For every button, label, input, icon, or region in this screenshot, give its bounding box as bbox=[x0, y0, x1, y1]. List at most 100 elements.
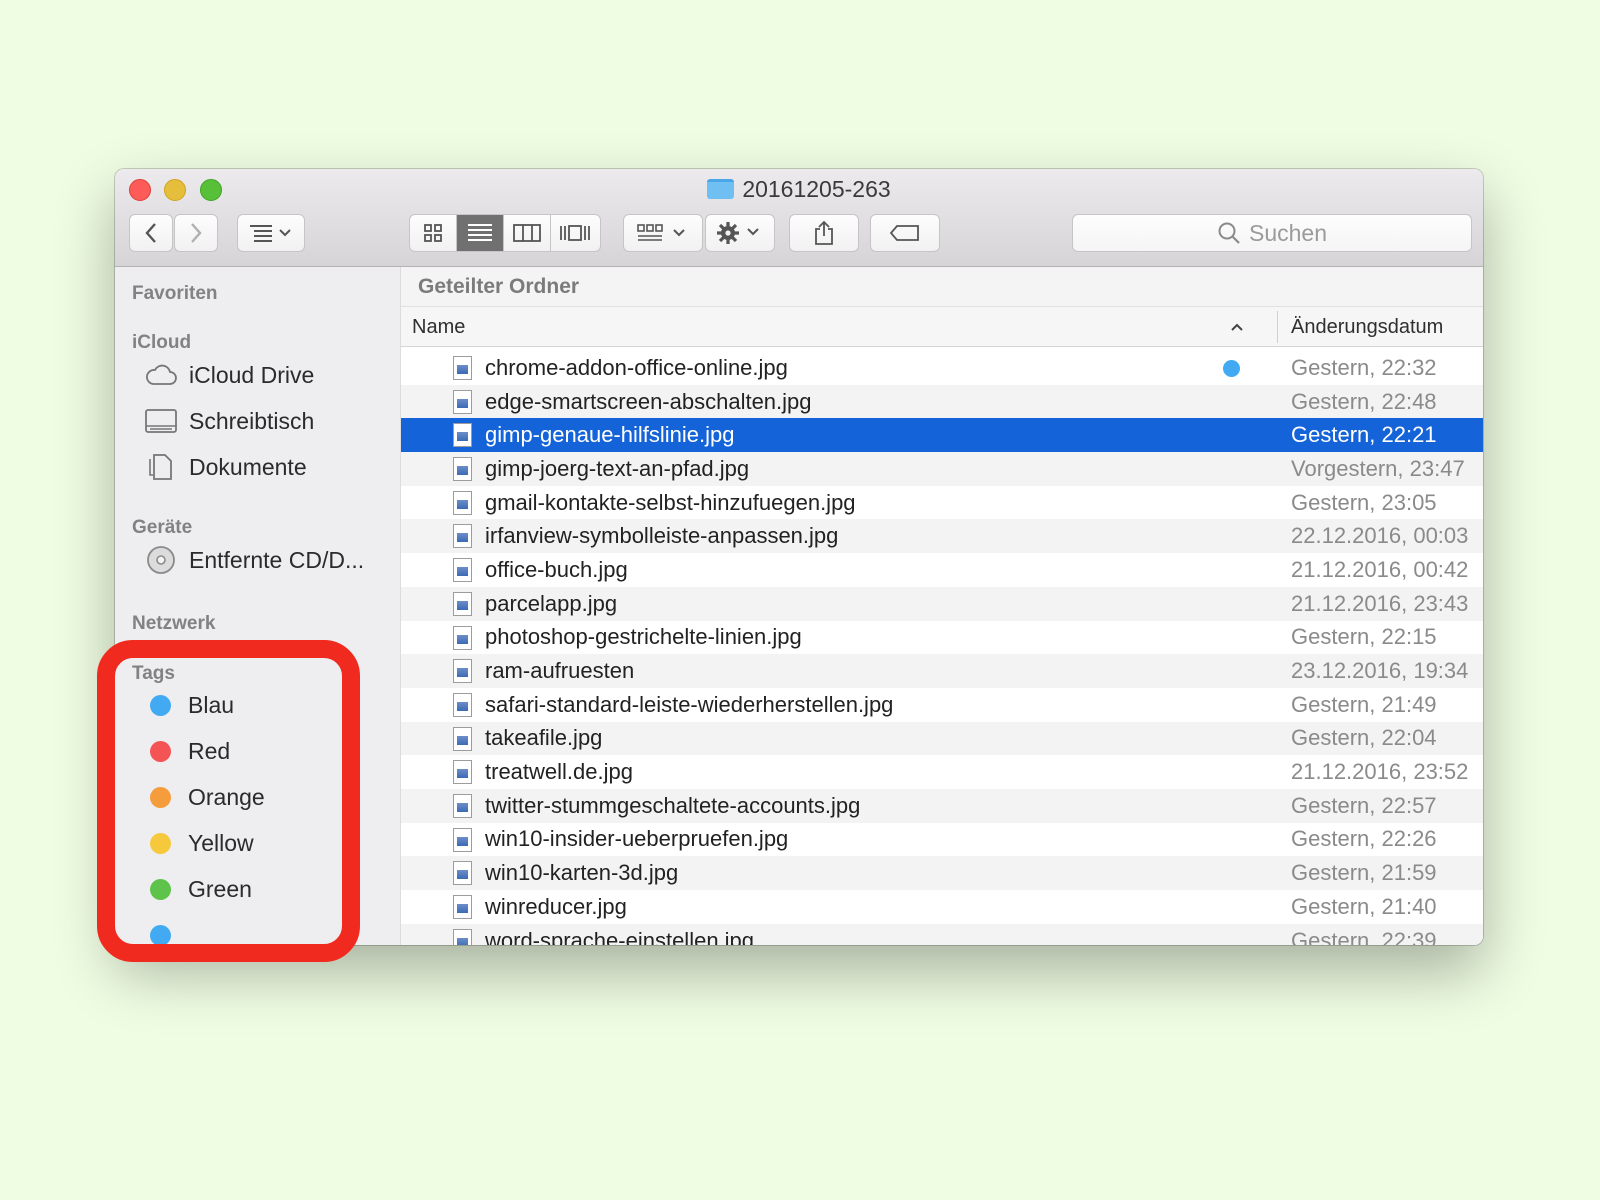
file-date: Gestern, 22:32 bbox=[1291, 354, 1437, 380]
image-file-icon bbox=[453, 726, 472, 751]
sort-ascending-icon[interactable] bbox=[1230, 316, 1244, 337]
file-row[interactable]: parcelapp.jpg 21.12.2016, 23:43 bbox=[401, 586, 1483, 621]
image-file-icon bbox=[453, 389, 472, 414]
group-icon bbox=[637, 224, 685, 241]
file-date: Gestern, 22:48 bbox=[1291, 388, 1437, 414]
sidebar-item-remote-disc[interactable]: Entfernte CD/D... bbox=[145, 543, 364, 577]
file-row[interactable]: gimp-genaue-hilfslinie.jpg Gestern, 22:21 bbox=[401, 418, 1483, 453]
cover-flow-icon bbox=[559, 225, 590, 241]
file-row[interactable]: irfanview-symbolleiste-anpassen.jpg 22.12… bbox=[401, 519, 1483, 554]
folder-heading: Geteilter Ordner bbox=[418, 275, 580, 298]
share-icon bbox=[815, 220, 833, 245]
file-name: edge-smartscreen-abschalten.jpg bbox=[485, 388, 812, 414]
column-name-header[interactable]: Name bbox=[412, 316, 465, 339]
sidebar-item-schreibtisch[interactable]: Schreibtisch bbox=[145, 404, 314, 438]
file-row[interactable]: gimp-joerg-text-an-pfad.jpg Vorgestern, 2… bbox=[401, 452, 1483, 486]
disc-icon bbox=[145, 546, 177, 574]
column-header: Name Änderungsdatum bbox=[401, 307, 1483, 347]
sidebar-item-icloud-drive[interactable]: iCloud Drive bbox=[145, 358, 314, 392]
share-button[interactable] bbox=[789, 214, 859, 252]
file-name: irfanview-symbolleiste-anpassen.jpg bbox=[485, 523, 839, 549]
desktop-icon bbox=[145, 407, 177, 435]
file-date: 21.12.2016, 23:43 bbox=[1291, 590, 1469, 616]
tag-icon bbox=[889, 225, 919, 241]
column-divider[interactable] bbox=[1277, 311, 1278, 343]
file-name: office-buch.jpg bbox=[485, 556, 628, 582]
file-name: chrome-addon-office-online.jpg bbox=[485, 354, 788, 380]
file-list-pane: Geteilter Ordner Name Änderungsdatum chr… bbox=[401, 267, 1483, 945]
sidebar-item-dokumente[interactable]: Dokumente bbox=[145, 450, 307, 484]
path-bar: Geteilter Ordner bbox=[401, 267, 1483, 307]
file-name: ram-aufruesten bbox=[485, 658, 635, 684]
sidebar-item-label: Schreibtisch bbox=[189, 407, 315, 434]
group-menu-button[interactable] bbox=[623, 214, 703, 252]
file-date: 21.12.2016, 23:52 bbox=[1291, 759, 1469, 785]
file-row[interactable]: safari-standard-leiste-wiederherstellen.… bbox=[401, 688, 1483, 722]
file-name: gimp-genaue-hilfslinie.jpg bbox=[485, 422, 735, 448]
file-date: 21.12.2016, 00:42 bbox=[1291, 556, 1469, 582]
file-row[interactable]: winreducer.jpg Gestern, 21:40 bbox=[401, 890, 1483, 924]
file-date: Gestern, 22:26 bbox=[1291, 826, 1437, 852]
file-date: Gestern, 21:59 bbox=[1291, 860, 1437, 886]
file-name: win10-karten-3d.jpg bbox=[485, 860, 679, 886]
file-date: 22.12.2016, 00:03 bbox=[1291, 523, 1469, 549]
file-row[interactable]: gmail-kontakte-selbst-hinzufuegen.jpg Ges… bbox=[401, 486, 1483, 520]
file-row[interactable]: takeafile.jpg Gestern, 22:04 bbox=[401, 721, 1483, 756]
back-button[interactable] bbox=[129, 214, 173, 252]
image-file-icon bbox=[453, 895, 472, 919]
file-date: Gestern, 22:04 bbox=[1291, 725, 1437, 751]
list-icon bbox=[468, 224, 492, 241]
image-file-icon bbox=[453, 692, 472, 717]
toolbar: 20161205-263 Suchen bbox=[115, 169, 1483, 267]
file-row[interactable]: photoshop-gestrichelte-linien.jpg Gestern… bbox=[401, 621, 1483, 655]
search-icon bbox=[1218, 222, 1240, 244]
list-view-button[interactable] bbox=[457, 215, 504, 251]
file-date: Gestern, 21:49 bbox=[1291, 691, 1437, 717]
edit-tags-button[interactable] bbox=[870, 214, 940, 252]
tags-highlight-annotation bbox=[97, 640, 360, 962]
forward-button[interactable] bbox=[174, 214, 218, 252]
file-row[interactable]: ram-aufruesten 23.12.2016, 19:34 bbox=[401, 654, 1483, 688]
sidebar-item-label: Dokumente bbox=[189, 453, 307, 480]
file-name: winreducer.jpg bbox=[485, 893, 627, 919]
sidebar-section-geraete: Geräte bbox=[132, 517, 193, 538]
file-date: 23.12.2016, 19:34 bbox=[1291, 658, 1469, 684]
file-name: takeafile.jpg bbox=[485, 725, 603, 751]
icon-view-button[interactable] bbox=[410, 215, 457, 251]
tag-color-dot bbox=[1223, 360, 1240, 377]
sidebar-section-favoriten: Favoriten bbox=[132, 283, 218, 304]
file-name: word-sprache-einstellen.jpg bbox=[485, 927, 755, 945]
arrange-menu-button[interactable] bbox=[237, 214, 305, 252]
image-file-icon bbox=[453, 760, 472, 785]
file-row[interactable]: chrome-addon-office-online.jpg Gestern, 2… bbox=[401, 351, 1483, 385]
sidebar-item-label: Entfernte CD/D... bbox=[189, 546, 365, 573]
action-menu-button[interactable] bbox=[705, 214, 775, 252]
file-row[interactable]: twitter-stummgeschaltete-accounts.jpg Ges… bbox=[401, 788, 1483, 823]
image-file-icon bbox=[453, 861, 472, 886]
image-file-icon bbox=[453, 625, 472, 650]
column-view-button[interactable] bbox=[504, 215, 551, 251]
image-file-icon bbox=[453, 558, 472, 583]
list-arrange-icon bbox=[250, 225, 291, 242]
search-field[interactable]: Suchen bbox=[1072, 214, 1472, 252]
file-row[interactable]: treatwell.de.jpg 21.12.2016, 23:52 bbox=[401, 755, 1483, 789]
image-file-icon bbox=[453, 659, 472, 684]
image-file-icon bbox=[453, 524, 472, 549]
file-row[interactable]: office-buch.jpg 21.12.2016, 00:42 bbox=[401, 553, 1483, 587]
file-row[interactable]: word-sprache-einstellen.jpg Gestern, 22:3… bbox=[401, 923, 1483, 945]
columns-icon bbox=[513, 224, 541, 242]
gear-icon bbox=[717, 222, 759, 244]
search-placeholder: Suchen bbox=[1248, 219, 1327, 246]
file-row[interactable]: edge-smartscreen-abschalten.jpg Gestern, … bbox=[401, 384, 1483, 419]
file-row[interactable]: win10-insider-ueberpruefen.jpg Gestern, 2… bbox=[401, 823, 1483, 857]
sidebar-item-label: iCloud Drive bbox=[189, 361, 315, 388]
image-file-icon bbox=[453, 457, 472, 482]
file-row[interactable]: win10-karten-3d.jpg Gestern, 21:59 bbox=[401, 856, 1483, 890]
grid-icon bbox=[424, 224, 442, 242]
column-date-header[interactable]: Änderungsdatum bbox=[1291, 316, 1443, 339]
file-date: Gestern, 22:21 bbox=[1291, 422, 1437, 448]
cover-flow-button[interactable] bbox=[551, 215, 598, 251]
file-name: gmail-kontakte-selbst-hinzufuegen.jpg bbox=[485, 489, 856, 515]
file-name: win10-insider-ueberpruefen.jpg bbox=[485, 826, 789, 852]
file-date: Gestern, 21:40 bbox=[1291, 893, 1437, 919]
